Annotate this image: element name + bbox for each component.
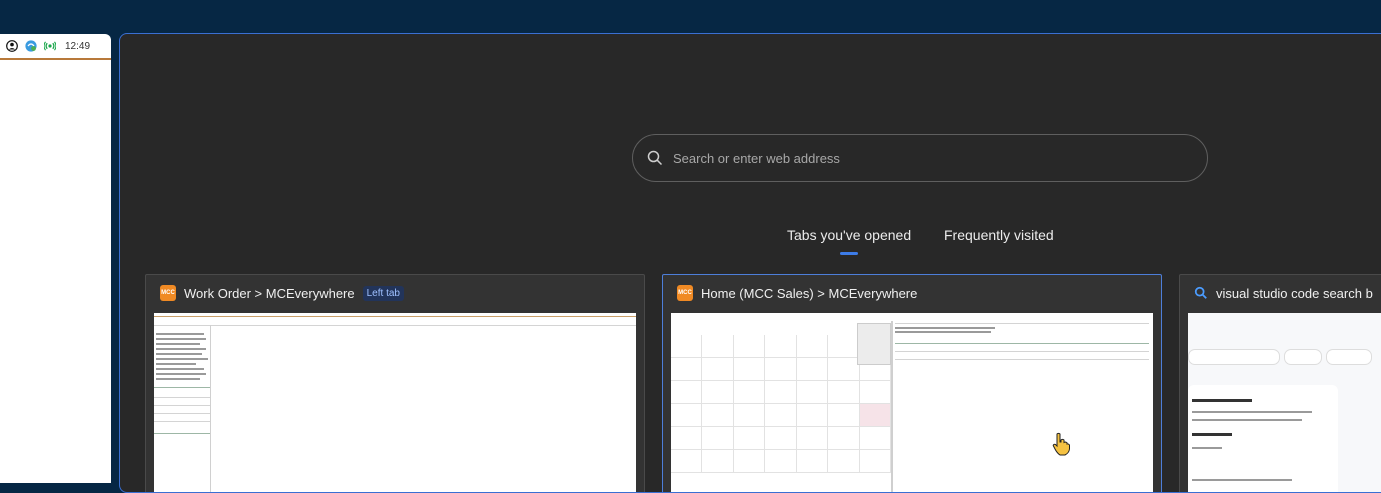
calendar-cell	[765, 450, 797, 473]
page-thumbnail	[1188, 313, 1381, 492]
calendar-cell	[796, 427, 829, 450]
calendar-cell	[702, 335, 734, 358]
tray-clock: 12:49	[65, 40, 91, 52]
calendar-cell	[765, 427, 797, 450]
calendar-cell	[702, 381, 734, 404]
system-tray: 12:49	[0, 34, 111, 60]
calendar-cell	[671, 450, 703, 473]
calendar-cell	[796, 335, 829, 358]
tab-frequently-visited[interactable]: Frequently visited	[944, 227, 1054, 243]
background-window[interactable]: 12:49	[0, 34, 111, 483]
hand-pointer-icon	[1052, 432, 1070, 456]
calendar-cell	[671, 381, 703, 404]
calendar-cell	[733, 335, 766, 358]
calendar-cell	[733, 450, 766, 473]
calendar-cell	[671, 404, 703, 427]
new-tab-page: Tabs you've opened Frequently visited MC…	[119, 33, 1381, 493]
calendar-cell	[765, 335, 797, 358]
calendar-cell	[859, 404, 891, 427]
calendar-cell	[859, 427, 891, 450]
tab-card-home-mcc-sales[interactable]: MCC Home (MCC Sales) > MCEverywhere	[662, 274, 1162, 492]
tab-tabs-youve-opened[interactable]: Tabs you've opened	[787, 227, 911, 255]
search-box[interactable]	[632, 134, 1208, 182]
calendar-cell	[828, 335, 860, 358]
calendar-cell	[859, 450, 891, 473]
search-icon	[647, 150, 663, 166]
calendar-cell	[828, 381, 860, 404]
card-title: Work Order > MCEverywhere	[184, 285, 355, 301]
globe-sync-icon[interactable]	[25, 40, 37, 52]
calendar-cell	[765, 358, 797, 381]
search-icon	[1194, 286, 1207, 299]
calendar-cell	[828, 358, 860, 381]
calendar-cell	[671, 358, 703, 381]
card-header: MCC Home (MCC Sales) > MCEverywhere	[663, 275, 1161, 311]
user-icon[interactable]	[6, 40, 18, 52]
left-tab-badge: Left tab	[362, 285, 404, 301]
search-input[interactable]	[671, 142, 1207, 174]
calendar-cell	[796, 404, 829, 427]
calendar-cell	[828, 404, 860, 427]
calendar-cell	[859, 381, 891, 404]
card-header: MCC Work Order > MCEverywhere Left tab	[146, 275, 644, 311]
calendar-cell	[796, 381, 829, 404]
card-header: visual studio code search b	[1180, 275, 1381, 311]
tab-card-vscode-search[interactable]: visual studio code search b	[1179, 274, 1381, 492]
calendar-cell	[702, 427, 734, 450]
calendar-cell	[765, 404, 797, 427]
wifi-broadcast-icon[interactable]	[44, 40, 56, 52]
page-thumbnail	[154, 313, 636, 492]
section-tabs: Tabs you've opened Frequently visited	[120, 227, 1381, 255]
calendar-cell	[702, 450, 734, 473]
mcc-favicon: MCC	[677, 285, 693, 301]
calendar-cell	[796, 358, 829, 381]
card-title: visual studio code search b	[1216, 285, 1373, 301]
mcc-favicon: MCC	[160, 285, 176, 301]
calendar-cell	[702, 404, 734, 427]
calendar-cell	[733, 358, 766, 381]
page-thumbnail	[671, 313, 1153, 492]
calendar-cell	[671, 335, 703, 358]
calendar-cell	[702, 358, 734, 381]
tab-card-work-order[interactable]: MCC Work Order > MCEverywhere Left tab	[145, 274, 645, 492]
card-title: Home (MCC Sales) > MCEverywhere	[701, 285, 918, 301]
calendar-cell	[671, 427, 703, 450]
calendar-cell	[828, 427, 860, 450]
calendar-cell	[796, 450, 829, 473]
calendar-cell	[765, 381, 797, 404]
calendar-cell	[733, 427, 766, 450]
calendar-cell	[733, 404, 766, 427]
calendar-cell	[828, 450, 860, 473]
calendar-cell	[733, 381, 766, 404]
